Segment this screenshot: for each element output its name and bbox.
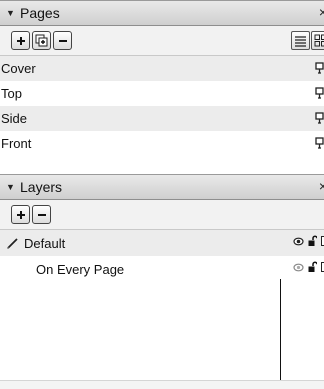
layers-toolbar xyxy=(0,200,324,230)
duplicate-page-icon xyxy=(35,34,48,47)
plus-icon xyxy=(16,36,25,45)
page-label: Cover xyxy=(1,61,36,76)
pages-panel: ▼ Pages × Cover Top Side Front xyxy=(0,0,324,172)
page-settings-icon[interactable] xyxy=(315,87,324,99)
layers-panel-header[interactable]: ▼ Layers × xyxy=(0,174,324,200)
plus-icon xyxy=(16,210,25,219)
page-row-side[interactable]: Side xyxy=(0,106,324,131)
layer-row-on-every-page[interactable]: On Every Page xyxy=(0,256,324,282)
layer-list: Default On Every Page xyxy=(0,230,324,282)
page-list: Cover Top Side Front xyxy=(0,56,324,156)
close-icon[interactable]: × xyxy=(319,178,324,194)
layer-icons xyxy=(289,235,324,247)
pencil-icon xyxy=(7,238,18,249)
add-page-button[interactable] xyxy=(11,31,30,50)
eye-icon[interactable] xyxy=(293,263,304,272)
add-layer-button[interactable] xyxy=(11,205,30,224)
minus-icon xyxy=(58,39,67,42)
page-settings-icon[interactable] xyxy=(315,112,324,124)
unlocked-icon[interactable] xyxy=(308,261,317,273)
eye-icon[interactable] xyxy=(293,237,304,246)
page-row-front[interactable]: Front xyxy=(0,131,324,156)
duplicate-page-button[interactable] xyxy=(32,31,51,50)
callout-line xyxy=(280,279,281,389)
page-label: Top xyxy=(1,86,22,101)
disclosure-triangle-icon[interactable]: ▼ xyxy=(6,8,18,18)
pages-panel-header[interactable]: ▼ Pages × xyxy=(0,0,324,26)
remove-layer-button[interactable] xyxy=(32,205,51,224)
minus-icon xyxy=(37,213,46,216)
thumbnail-view-icon xyxy=(314,34,324,47)
layers-panel: ▼ Layers × Default On Every Page xyxy=(0,174,324,389)
view-mode-buttons xyxy=(290,31,324,50)
remove-page-button[interactable] xyxy=(53,31,72,50)
page-settings-icon[interactable] xyxy=(315,62,324,74)
page-row-top[interactable]: Top xyxy=(0,81,324,106)
disclosure-triangle-icon[interactable]: ▼ xyxy=(6,182,18,192)
page-row-cover[interactable]: Cover xyxy=(0,56,324,81)
pages-toolbar xyxy=(0,26,324,56)
layer-row-default[interactable]: Default xyxy=(0,230,324,256)
layer-label: On Every Page xyxy=(36,261,125,277)
list-view-button[interactable] xyxy=(291,31,310,50)
layers-panel-title: Layers xyxy=(20,179,63,195)
panel-footer-strip xyxy=(0,380,324,389)
unlocked-icon[interactable] xyxy=(308,235,317,247)
layer-icons xyxy=(289,261,324,273)
pages-panel-title: Pages xyxy=(20,5,60,21)
page-settings-icon[interactable] xyxy=(315,137,324,149)
list-view-icon xyxy=(295,35,306,47)
close-icon[interactable]: × xyxy=(319,4,324,20)
page-label: Front xyxy=(1,136,32,151)
thumbnail-view-button[interactable] xyxy=(311,31,324,50)
layer-label: Default xyxy=(24,235,66,251)
page-label: Side xyxy=(1,111,28,126)
